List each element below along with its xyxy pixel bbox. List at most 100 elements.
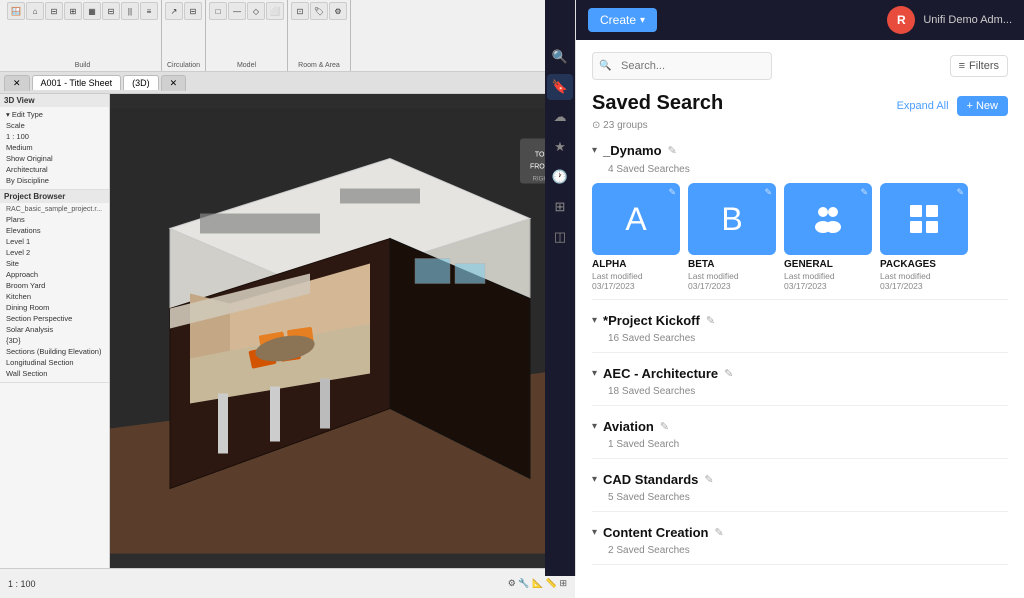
sidebar-icon-layers[interactable]: ◫ xyxy=(547,224,573,250)
cad-count: 5 Saved Searches xyxy=(608,492,1008,503)
filter-button[interactable]: ≡ Filters xyxy=(950,55,1008,77)
revit-longitudinal[interactable]: Longitudinal Section xyxy=(4,357,105,368)
card-packages-edit[interactable]: ✎ xyxy=(956,187,964,198)
sidebar-icon-star[interactable]: ★ xyxy=(547,134,573,160)
revit-wall[interactable]: Wall Section xyxy=(4,368,105,379)
divider-3 xyxy=(592,405,1008,406)
card-beta-edit[interactable]: ✎ xyxy=(764,187,772,198)
toolbar-build-section: 🪟 ⌂ ⊟ ⊞ ▦ ⊟ || ≡ Build xyxy=(4,0,162,71)
content-edit-icon[interactable]: ✎ xyxy=(714,526,723,539)
toolbar-set-btn[interactable]: ⚙ xyxy=(329,2,347,20)
group-aec-header[interactable]: ▾ AEC - Architecture ✎ xyxy=(592,361,1008,386)
toolbar-railing-btn[interactable]: ⊟ xyxy=(45,2,63,20)
new-button[interactable]: + New xyxy=(957,96,1008,116)
revit-level2[interactable]: Level 2 xyxy=(4,247,105,258)
kickoff-title: *Project Kickoff xyxy=(603,313,700,328)
revit-edittype[interactable]: ▾ Edit Type xyxy=(4,109,105,120)
card-general-date-label: Last modified xyxy=(784,271,872,281)
sidebar-icon-cloud[interactable]: ☁ xyxy=(547,104,573,130)
group-dynamo-header[interactable]: ▾ _Dynamo ✎ xyxy=(592,143,1008,158)
toolbar-room-label: Room & Area xyxy=(291,62,347,69)
user-avatar[interactable]: R xyxy=(887,6,915,34)
revit-tab-3d[interactable]: (3D) xyxy=(123,75,159,90)
toolbar-modelline-btn[interactable]: — xyxy=(228,2,246,20)
create-button[interactable]: Create xyxy=(588,8,657,32)
revit-left-panel: 3D View ▾ Edit Type Scale 1 : 100 Medium… xyxy=(0,94,110,598)
aviation-chevron: ▾ xyxy=(592,421,597,432)
sidebar-icon-bookmark[interactable]: 🔖 xyxy=(547,74,573,100)
revit-elevations[interactable]: Elevations xyxy=(4,225,105,236)
divider-6 xyxy=(592,564,1008,565)
revit-panel: 🪟 ⌂ ⊟ ⊞ ▦ ⊟ || ≡ Build ↗ ⊟ Circulation xyxy=(0,0,575,576)
revit-plans[interactable]: Plans xyxy=(4,214,105,225)
card-alpha-edit[interactable]: ✎ xyxy=(668,187,676,198)
revit-scale: Scale xyxy=(4,120,105,131)
toolbar-column-btn[interactable]: || xyxy=(121,2,139,20)
search-input[interactable] xyxy=(592,52,772,80)
toolbar-model-label: Model xyxy=(209,62,284,69)
card-alpha-box: A ✎ xyxy=(592,183,680,255)
sidebar-icon-search[interactable]: 🔍 xyxy=(547,44,573,70)
revit-tab-close[interactable]: ✕ xyxy=(4,75,30,91)
group-cad: ▾ CAD Standards ✎ 5 Saved Searches xyxy=(592,467,1008,503)
revit-solar[interactable]: Solar Analysis xyxy=(4,324,105,335)
toolbar-component-btn[interactable]: ⊞ xyxy=(64,2,82,20)
aec-edit-icon[interactable]: ✎ xyxy=(724,367,733,380)
filter-label: Filters xyxy=(969,60,999,72)
toolbar-stair-btn[interactable]: ⊟ xyxy=(184,2,202,20)
revit-broomyard[interactable]: Broom Yard xyxy=(4,280,105,291)
people-icon xyxy=(810,201,846,237)
new-label: New xyxy=(976,100,998,112)
sidebar-icon-clock[interactable]: 🕐 xyxy=(547,164,573,190)
revit-tab-titlesheet[interactable]: A001 - Title Sheet xyxy=(32,75,122,90)
aec-chevron: ▾ xyxy=(592,368,597,379)
toolbar-tagrm-btn[interactable]: 🏷 xyxy=(310,2,328,20)
revit-statusbar: 1 : 100 ⚙ 🔧 📐 📏 ⊞ xyxy=(0,568,575,598)
revit-toolbar-inner: 🪟 ⌂ ⊟ ⊞ ▦ ⊟ || ≡ Build ↗ ⊟ Circulation xyxy=(4,0,351,71)
revit-project-name: RAC_basic_sample_project.r... xyxy=(4,205,105,214)
revit-tab-close2[interactable]: ✕ xyxy=(161,75,187,91)
revit-approach[interactable]: Approach xyxy=(4,269,105,280)
toolbar-roomsep-btn[interactable]: ⊡ xyxy=(291,2,309,20)
revit-3d[interactable]: {3D} xyxy=(4,335,105,346)
revit-show-orig[interactable]: Show Original xyxy=(4,153,105,164)
expand-all-link[interactable]: Expand All xyxy=(897,100,949,112)
revit-sectionbe[interactable]: Sections (Building Elevation) xyxy=(4,346,105,357)
group-aviation-header[interactable]: ▾ Aviation ✎ xyxy=(592,414,1008,439)
group-kickoff-header[interactable]: ▾ *Project Kickoff ✎ xyxy=(592,308,1008,333)
search-bar: ≡ Filters xyxy=(592,52,1008,80)
card-general[interactable]: ✎ GENERAL Last modified 03/17/2023 xyxy=(784,183,872,291)
revit-site[interactable]: Site xyxy=(4,258,105,269)
revit-scale-val[interactable]: 1 : 100 xyxy=(4,131,105,142)
group-content-header[interactable]: ▾ Content Creation ✎ xyxy=(592,520,1008,545)
toolbar-ceiling-btn[interactable]: ▦ xyxy=(83,2,101,20)
revit-dining[interactable]: Dining Room xyxy=(4,302,105,313)
card-alpha[interactable]: A ✎ ALPHA Last modified 03/17/2023 xyxy=(592,183,680,291)
toolbar-mullion-btn[interactable]: ≡ xyxy=(140,2,158,20)
kickoff-edit-icon[interactable]: ✎ xyxy=(706,314,715,327)
card-beta[interactable]: B ✎ BETA Last modified 03/17/2023 xyxy=(688,183,776,291)
group-aec: ▾ AEC - Architecture ✎ 18 Saved Searches xyxy=(592,361,1008,397)
toolbar-window-btn[interactable]: 🪟 xyxy=(7,2,25,20)
revit-project-label: Project Browser xyxy=(0,190,109,203)
revit-by-disc[interactable]: By Discipline xyxy=(4,175,105,186)
toolbar-roof-btn[interactable]: ⌂ xyxy=(26,2,44,20)
cad-edit-icon[interactable]: ✎ xyxy=(704,473,713,486)
toolbar-curt-grid-btn[interactable]: ⊟ xyxy=(102,2,120,20)
sidebar-icon-grid[interactable]: ⊞ xyxy=(547,194,573,220)
dynamo-cards: A ✎ ALPHA Last modified 03/17/2023 B ✎ B… xyxy=(592,183,1008,291)
aviation-edit-icon[interactable]: ✎ xyxy=(660,420,669,433)
revit-level1[interactable]: Level 1 xyxy=(4,236,105,247)
dynamo-edit-icon[interactable]: ✎ xyxy=(668,144,677,157)
revit-sectionpersp[interactable]: Section Perspective xyxy=(4,313,105,324)
toolbar-ramp-btn[interactable]: ↗ xyxy=(165,2,183,20)
revit-detail[interactable]: Medium xyxy=(4,142,105,153)
toolbar-scene-btn[interactable]: □ xyxy=(209,2,227,20)
card-alpha-name: ALPHA xyxy=(592,259,680,270)
card-general-edit[interactable]: ✎ xyxy=(860,187,868,198)
toolbar-shaft-btn[interactable]: ⬜ xyxy=(266,2,284,20)
toolbar-face-btn[interactable]: ◇ xyxy=(247,2,265,20)
revit-kitchen[interactable]: Kitchen xyxy=(4,291,105,302)
card-packages[interactable]: ✎ PACKAGES Last modified 03/17/2023 xyxy=(880,183,968,291)
group-cad-header[interactable]: ▾ CAD Standards ✎ xyxy=(592,467,1008,492)
